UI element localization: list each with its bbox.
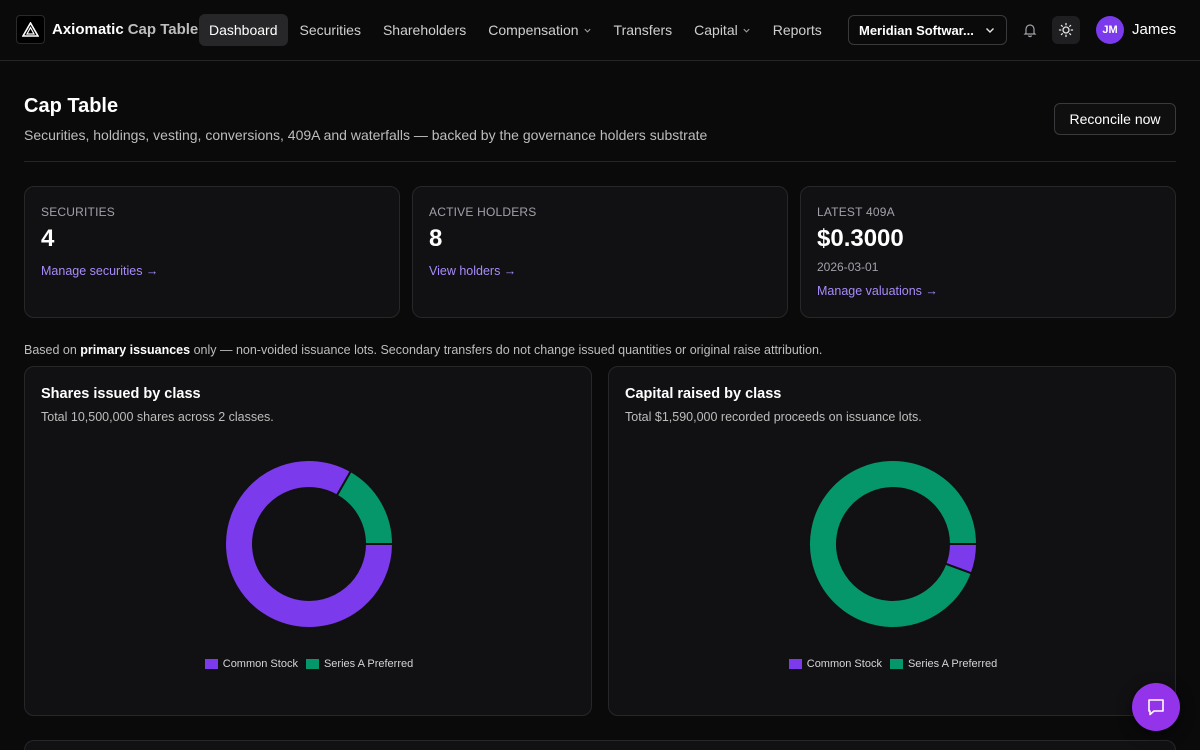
legend-label: Series A Preferred (907, 658, 998, 670)
theme-toggle-sun-icon[interactable] (1052, 16, 1080, 44)
top-nav-bar: Axiomatic Cap Table Dashboard Securities Sh… (0, 0, 1200, 61)
notifications-bell-icon[interactable] (1016, 16, 1044, 44)
chat-bubble-icon[interactable] (1132, 683, 1180, 731)
nav-item-dashboard[interactable]: Dashboard (199, 14, 288, 46)
reconcile-now-button[interactable]: Reconcile now (1054, 103, 1176, 135)
legend-swatch (204, 659, 218, 669)
chart-card-capital-raised: Capital raised by class Total $1,590,000… (608, 366, 1176, 716)
nav-item-reports[interactable]: Reports (763, 14, 832, 46)
legend-label: Common Stock (222, 658, 298, 670)
legend-item[interactable]: Series A Preferred (889, 658, 998, 670)
nav-item-shareholders[interactable]: Shareholders (373, 14, 476, 46)
note-bold: primary issuances (80, 343, 191, 357)
next-section-card (24, 740, 1176, 750)
stat-value: $0.3000 (817, 225, 904, 252)
chevron-down-icon (986, 28, 994, 33)
view-holders-link[interactable]: View holders → (429, 264, 516, 278)
brand-primary: Axiomatic (52, 21, 124, 38)
legend-swatch (788, 659, 802, 669)
nav-item-label: Capital (694, 22, 738, 38)
page-title: Cap Table (24, 95, 119, 117)
nav-item-transfers[interactable]: Transfers (604, 14, 683, 46)
legend-item[interactable]: Common Stock (788, 658, 882, 670)
user-name[interactable]: James (1132, 21, 1176, 38)
nav-item-label: Securities (299, 22, 361, 38)
stat-card-latest-409a: LATEST 409A $0.3000 2026-03-01 Manage va… (800, 186, 1176, 318)
chart-legend: Common Stock Series A Preferred (25, 658, 593, 670)
legend-label: Common Stock (806, 658, 882, 670)
chevron-down-icon (743, 28, 750, 33)
chevron-down-icon (583, 28, 591, 33)
triangle-logo-icon[interactable] (16, 15, 45, 44)
nav-item-compensation[interactable]: Compensation (478, 14, 601, 46)
stat-card-active-holders: ACTIVE HOLDERS 8 View holders → (412, 186, 788, 318)
note-prefix: Based on (24, 343, 81, 357)
legend-swatch (889, 659, 903, 669)
organization-select-value: Meridian Softwar... (859, 22, 974, 38)
chart-legend: Common Stock Series A Preferred (609, 658, 1177, 670)
header-divider (24, 161, 1176, 162)
organization-select[interactable]: Meridian Softwar... (848, 15, 1007, 45)
stat-value: 8 (429, 225, 443, 252)
brand-name[interactable]: Axiomatic Cap Table (52, 21, 198, 38)
stat-label: LATEST 409A (817, 205, 895, 219)
nav-item-securities[interactable]: Securities (290, 14, 371, 46)
manage-securities-link[interactable]: Manage securities → (41, 264, 158, 278)
stat-label: ACTIVE HOLDERS (429, 205, 537, 219)
issuance-note: Based on primary issuances only — non-vo… (24, 343, 822, 357)
stat-card-securities: SECURITIES 4 Manage securities → (24, 186, 400, 318)
donut-slice-series-a-preferred[interactable] (335, 469, 395, 545)
nav-item-label: Transfers (613, 22, 673, 38)
stat-date: 2026-03-01 (817, 260, 879, 274)
user-avatar[interactable]: JM (1096, 16, 1124, 44)
page-subtitle: Securities, holdings, vesting, conversio… (24, 127, 708, 143)
chart-card-shares-issued: Shares issued by class Total 10,500,000 … (24, 366, 592, 716)
manage-valuations-link[interactable]: Manage valuations → (817, 284, 938, 298)
brand-product: Cap Table (127, 21, 199, 38)
nav-item-label: Compensation (488, 22, 579, 38)
stat-value: 4 (41, 225, 55, 252)
legend-item[interactable]: Series A Preferred (305, 658, 414, 670)
main-nav: Dashboard Securities Shareholders Compensat… (199, 14, 834, 46)
donut-slice-series-a-preferred[interactable] (808, 459, 979, 629)
legend-swatch (305, 659, 319, 669)
nav-item-label: Dashboard (209, 22, 278, 38)
nav-item-capital[interactable]: Capital (684, 14, 761, 46)
nav-item-label: Reports (772, 22, 822, 38)
stat-label: SECURITIES (41, 205, 116, 219)
nav-item-label: Shareholders (382, 22, 467, 38)
note-suffix: only — non-voided issuance lots. Seconda… (190, 343, 823, 357)
legend-item[interactable]: Common Stock (204, 658, 298, 670)
legend-label: Series A Preferred (323, 658, 414, 670)
